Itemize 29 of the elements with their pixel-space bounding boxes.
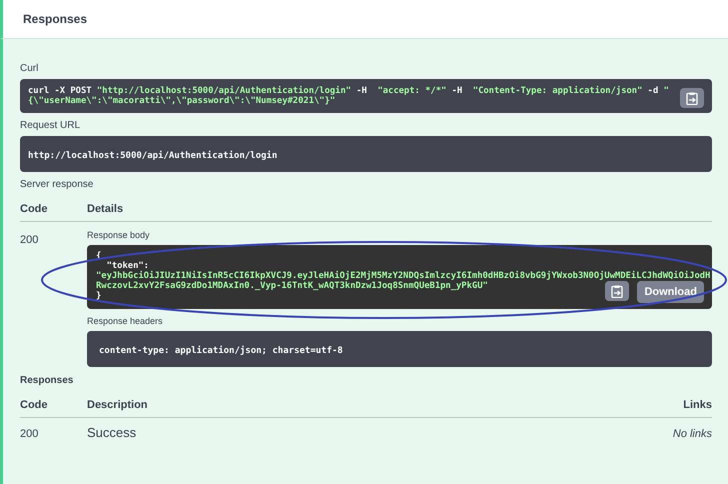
request-url-label: Request URL	[20, 120, 82, 131]
column-header: Code	[20, 195, 87, 222]
column-header: Description	[87, 391, 673, 418]
copy-button[interactable]	[605, 281, 630, 301]
code-line: curl -X POST "http://localhost:5000/api/Authentication/login" -H "accept: */*" -H "Content-Type: application/json" -d "	[28, 86, 669, 96]
code-line: {\"userName\":\"macoratti\",\"password\":\"Numsey#2021\"}"	[28, 96, 336, 106]
response-description: Success	[87, 424, 138, 440]
response-headers-label: Response headers	[87, 316, 164, 326]
column-header: Links	[672, 391, 712, 418]
status-code: 200	[20, 233, 40, 246]
responses-label: Responses	[20, 375, 74, 386]
response-body-label: Response body	[87, 230, 151, 240]
code-line: "token":	[106, 261, 149, 271]
clipboard-icon	[686, 92, 698, 104]
clipboard-icon	[611, 284, 624, 298]
request-url: http://localhost:5000/api/Authentication/login	[28, 151, 278, 161]
links-text: No links	[672, 427, 712, 440]
copy-button[interactable]	[680, 88, 704, 108]
server-response-label: Server response	[20, 179, 94, 190]
curl-label: Curl	[20, 63, 40, 74]
code-line: "eyJhbGciOiJIUzI1NiIsInR5cCI6IkpXVCJ9.eyJleHAiOjE2MjM5MzY2NDQsImlzcyI6Imh0dHBzOi8vbG9jYWxob3N0OjUwMDEiLCJhdWQiOiJodH	[96, 271, 710, 281]
response-headers: content-type: application/json; charset=utf-8	[99, 346, 343, 356]
status-code: 200	[20, 427, 40, 440]
column-header: Details	[87, 195, 712, 222]
section-title: Responses	[23, 12, 88, 26]
code-line: }	[96, 291, 102, 301]
download-button[interactable]: Download	[637, 281, 704, 303]
code-line: RwczovL2xvY2FsaG9zdDo1MDAxIn0._Vyp-16TntK_wAQT3knDzw1Joq8SnmQUeB1pn_yPkGU"	[96, 281, 488, 291]
column-header: Code	[20, 391, 87, 418]
